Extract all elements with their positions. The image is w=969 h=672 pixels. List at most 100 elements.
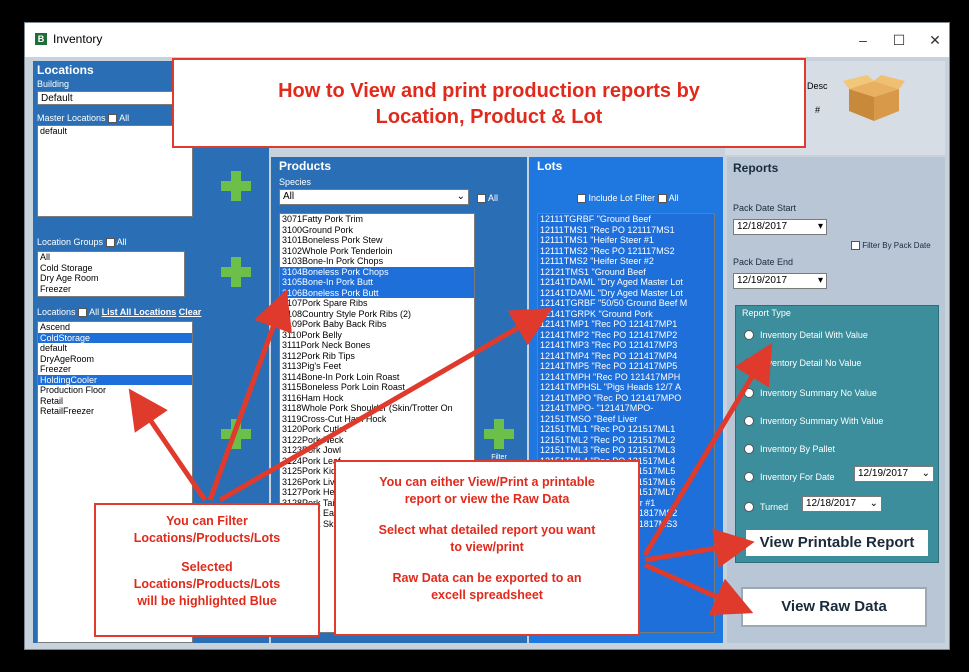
- list-item[interactable]: 12141TGRBF "50/50 Ground Beef M: [538, 298, 714, 309]
- list-item[interactable]: ColdStorage: [38, 332, 192, 343]
- list-item[interactable]: 12141TMPO "Rec PO 121417MPO: [538, 393, 714, 404]
- list-item[interactable]: 3123Pork Jowl: [280, 445, 474, 456]
- list-item[interactable]: 3115Boneless Pork Loin Roast: [280, 382, 474, 393]
- list-item[interactable]: 12151TMSO "Beef Liver: [538, 414, 714, 425]
- calendar-icon: ▾: [817, 221, 823, 232]
- list-item[interactable]: Retail: [38, 396, 192, 407]
- list-item[interactable]: 3103Bone-In Pork Chops: [280, 256, 474, 267]
- products-all-checkbox[interactable]: [477, 194, 486, 204]
- for-date-picker[interactable]: 12/19/2017 ⌄: [854, 466, 934, 482]
- locations-all-checkbox[interactable]: [78, 308, 88, 318]
- turned-date-picker[interactable]: 12/18/2017 ⌄: [802, 496, 882, 512]
- list-item[interactable]: 12111TMS2 "Rec PO 121117MS2: [538, 246, 714, 257]
- list-item[interactable]: 12111TMS2 "Heifer Steer #2: [538, 256, 714, 267]
- list-all-locations-link[interactable]: List All Locations: [102, 307, 177, 317]
- groups-all-checkbox[interactable]: [105, 238, 115, 248]
- list-item[interactable]: 12111TMS1 "Rec PO 121117MS1: [538, 225, 714, 236]
- list-item[interactable]: 12151TML3 "Rec PO 121517ML3: [538, 445, 714, 456]
- pack-date-start-picker[interactable]: 12/18/2017 ▾: [733, 219, 827, 235]
- list-item[interactable]: HoldingCooler: [38, 374, 192, 385]
- radio-summary-no-value[interactable]: [744, 388, 754, 398]
- list-item[interactable]: 3119Cross-Cut Ham Hock: [280, 414, 474, 425]
- radio-detail-with-value[interactable]: [744, 330, 754, 340]
- list-item[interactable]: 12141TMP4 "Rec PO 121417MP4: [538, 351, 714, 362]
- list-item[interactable]: 3104Boneless Pork Chops: [280, 266, 474, 277]
- list-item[interactable]: DryAgeRoom: [38, 354, 192, 365]
- list-item[interactable]: 12111TMS1 "Heifer Steer #1: [538, 235, 714, 246]
- list-item[interactable]: Production Floor: [38, 385, 192, 396]
- list-item[interactable]: 12141TMPH "Rec PO 121417MPH: [538, 372, 714, 383]
- list-item[interactable]: All: [38, 252, 184, 263]
- close-button[interactable]: ✕: [917, 27, 953, 53]
- list-item[interactable]: 3116Ham Hock: [280, 393, 474, 404]
- list-item[interactable]: RetailFreezer: [38, 406, 192, 417]
- building-select[interactable]: Default: [37, 91, 185, 105]
- list-item[interactable]: 3106Boneless Pork Butt: [280, 287, 474, 298]
- list-item[interactable]: 12141TMP2 "Rec PO 121417MP2: [538, 330, 714, 341]
- list-item[interactable]: Ascend: [38, 322, 192, 333]
- list-item[interactable]: 12111TGRBF "Ground Beef: [538, 214, 714, 225]
- lots-all-checkbox[interactable]: [657, 194, 667, 204]
- reports-header: Reports: [733, 161, 779, 175]
- list-item[interactable]: 12151TML1 "Rec PO 121517ML1: [538, 424, 714, 435]
- list-item[interactable]: 12121TMS1 "Ground Beef: [538, 267, 714, 278]
- radio-detail-no-value[interactable]: [744, 358, 754, 368]
- pack-date-start-label: Pack Date Start: [733, 203, 797, 213]
- radio-for-date[interactable]: [744, 472, 754, 482]
- list-item[interactable]: 3071Fatty Pork Trim: [280, 214, 474, 225]
- list-item[interactable]: 3100Ground Pork: [280, 225, 474, 236]
- location-groups-list[interactable]: All Cold Storage Dry Age Room Freezer: [37, 251, 185, 297]
- callout-text: report or view the Raw Data: [404, 492, 570, 506]
- list-item[interactable]: 3112Pork Rib Tips: [280, 351, 474, 362]
- list-item[interactable]: 3108Country Style Pork Ribs (2): [280, 309, 474, 320]
- list-item[interactable]: 3111Pork Neck Bones: [280, 340, 474, 351]
- list-item[interactable]: Freezer: [38, 364, 192, 375]
- list-item[interactable]: 3113Pig's Feet: [280, 361, 474, 372]
- species-select[interactable]: All ⌄: [279, 189, 469, 205]
- pack-date-end-picker[interactable]: 12/19/2017 ▾: [733, 273, 827, 289]
- radio-summary-with-value[interactable]: [744, 416, 754, 426]
- add-location-group-icon[interactable]: [221, 257, 251, 287]
- list-item[interactable]: 12151TML2 "Rec PO 121517ML2: [538, 435, 714, 446]
- list-item[interactable]: 12141TDAML "Dry Aged Master Lot: [538, 288, 714, 299]
- list-item[interactable]: 12141TMPO- "121417MPO-: [538, 403, 714, 414]
- list-item[interactable]: 3120Pork Cutlet: [280, 424, 474, 435]
- view-printable-report-button[interactable]: View Printable Report: [744, 528, 930, 558]
- callout-text: Selected: [181, 560, 233, 574]
- list-item[interactable]: 12141TMP3 "Rec PO 121417MP3: [538, 340, 714, 351]
- list-item[interactable]: 12141TMP1 "Rec PO 121417MP1: [538, 319, 714, 330]
- window-title: Inventory: [53, 32, 103, 46]
- callout-text: excell spreadsheet: [431, 588, 543, 602]
- list-item[interactable]: 12141TGRPK "Ground Pork: [538, 309, 714, 320]
- list-item[interactable]: Freezer: [38, 284, 184, 295]
- view-raw-data-button[interactable]: View Raw Data: [741, 587, 927, 627]
- list-item[interactable]: Dry Age Room: [38, 273, 184, 284]
- master-all-checkbox[interactable]: [108, 114, 118, 124]
- radio-turned[interactable]: [744, 502, 754, 512]
- list-item[interactable]: 3105Bone-In Pork Butt: [280, 277, 474, 288]
- clear-link[interactable]: Clear: [179, 307, 202, 317]
- list-item[interactable]: default: [38, 126, 192, 137]
- master-locations-list[interactable]: default: [37, 125, 193, 217]
- add-master-location-icon[interactable]: [221, 171, 251, 201]
- radio-by-pallet[interactable]: [744, 444, 754, 454]
- list-item[interactable]: 3107Pork Spare Ribs: [280, 298, 474, 309]
- list-item[interactable]: 12141TDAML "Dry Aged Master Lot: [538, 277, 714, 288]
- maximize-button[interactable]: ☐: [881, 27, 917, 53]
- add-location-icon[interactable]: [221, 419, 251, 449]
- minimize-button[interactable]: –: [845, 27, 881, 53]
- include-lot-filter-checkbox[interactable]: [577, 194, 586, 204]
- list-item[interactable]: default: [38, 343, 192, 354]
- list-item[interactable]: 3109Pork Baby Back Ribs: [280, 319, 474, 330]
- list-item[interactable]: Cold Storage: [38, 263, 184, 274]
- list-item[interactable]: 12141TMP5 "Rec PO 121417MP5: [538, 361, 714, 372]
- list-item[interactable]: 3102Whole Pork Tenderloin: [280, 246, 474, 257]
- list-item[interactable]: 3118Whole Pork Shoulder (Skin/Trotter On: [280, 403, 474, 414]
- filter-by-pack-checkbox[interactable]: [851, 241, 860, 251]
- list-item[interactable]: 3114Bone-In Pork Loin Roast: [280, 372, 474, 383]
- pack-date-end-label: Pack Date End: [733, 257, 794, 267]
- list-item[interactable]: 12141TMPHSL "Pigs Heads 12/7 A: [538, 382, 714, 393]
- list-item[interactable]: 3101Boneless Pork Stew: [280, 235, 474, 246]
- list-item[interactable]: 3122Pork Neck: [280, 435, 474, 446]
- list-item[interactable]: 3110Pork Belly: [280, 330, 474, 341]
